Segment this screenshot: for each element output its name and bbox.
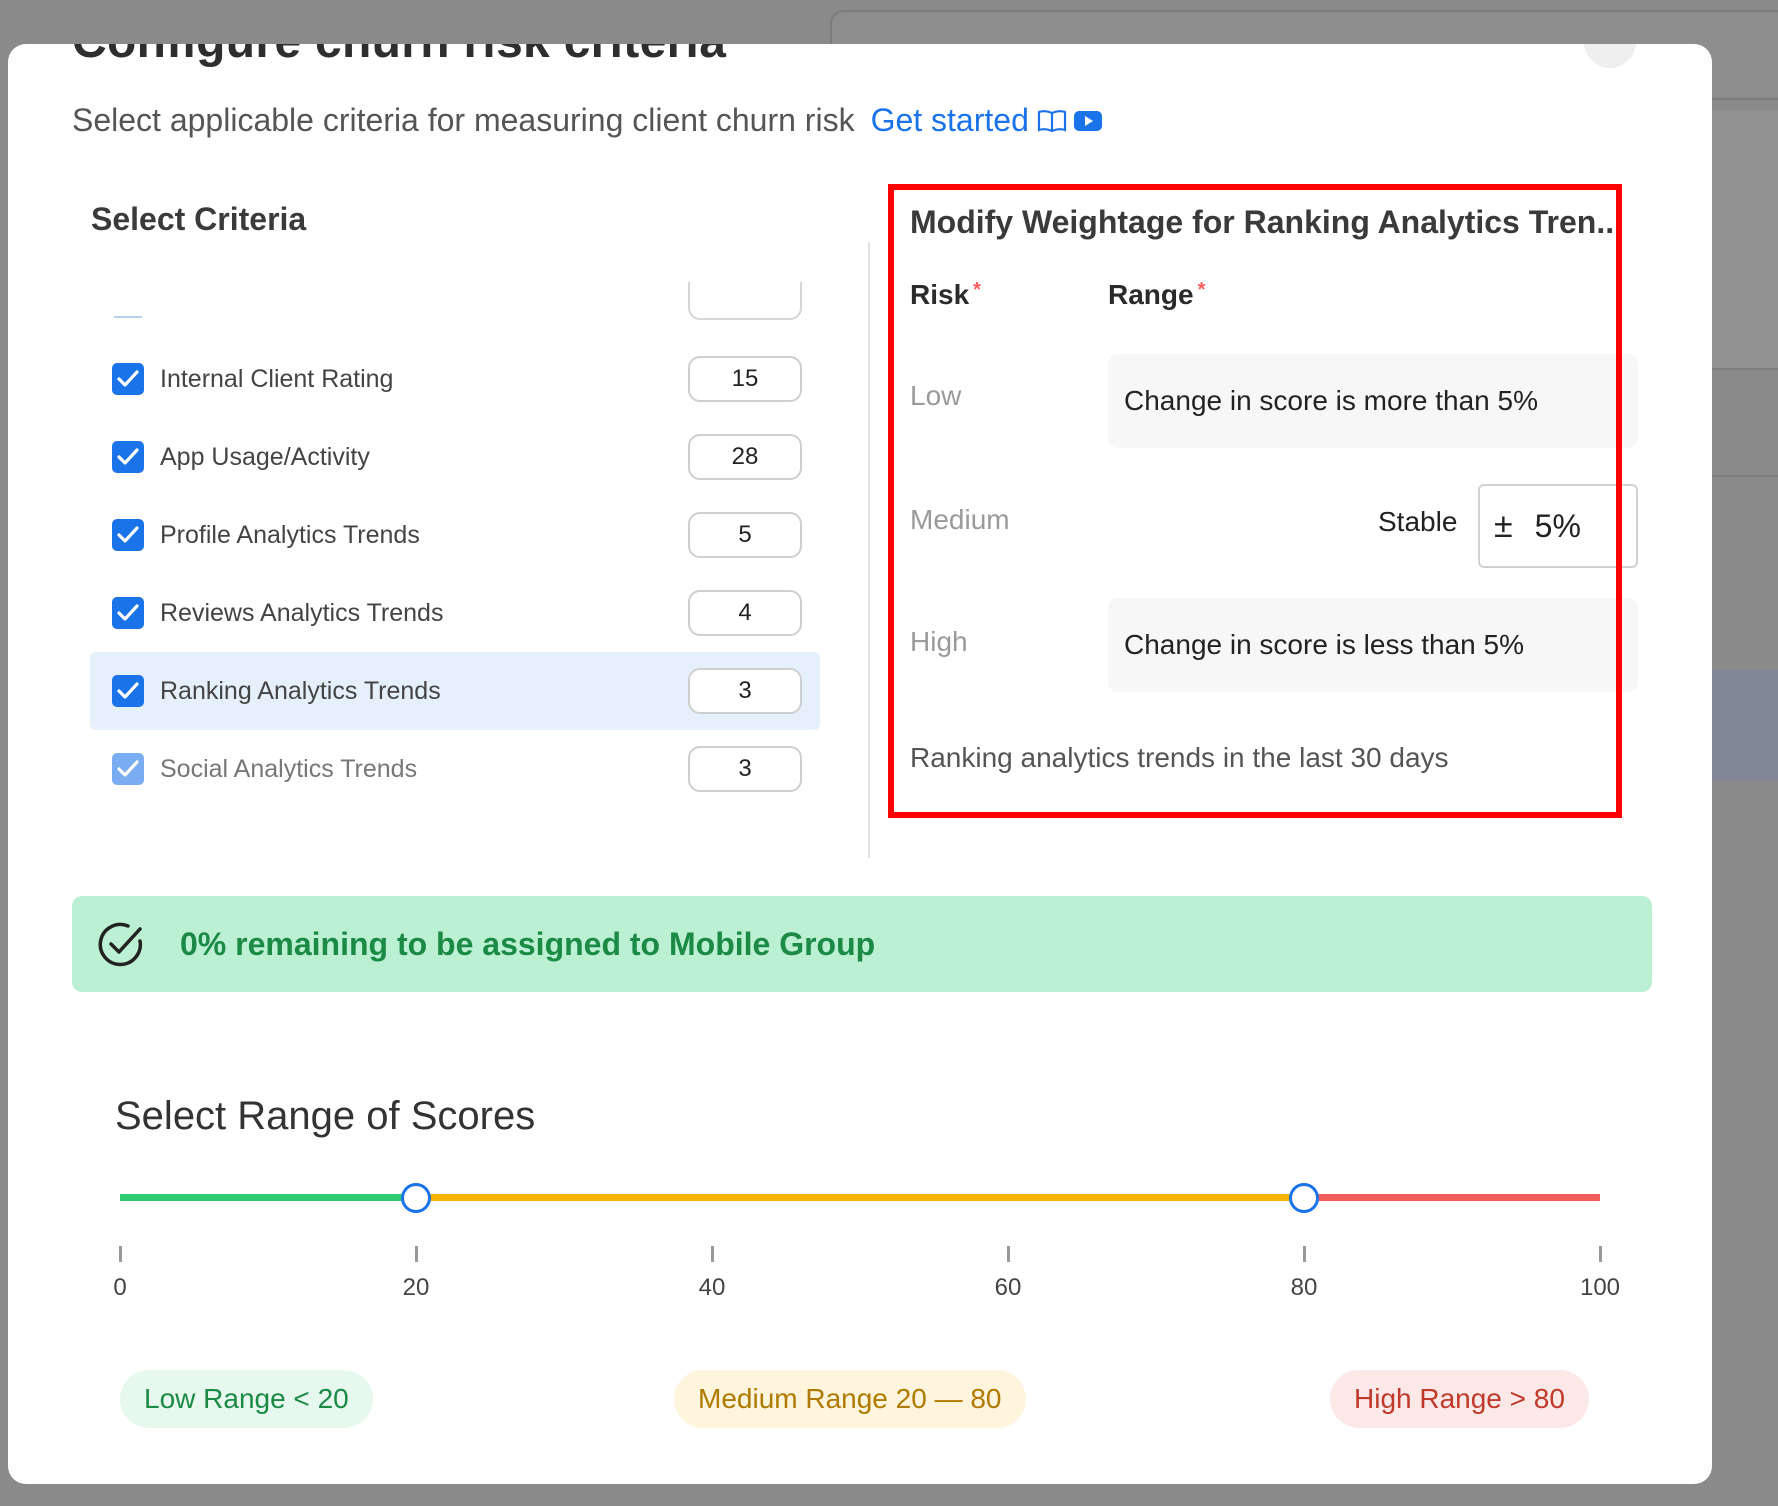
required-mark: * bbox=[1197, 279, 1206, 301]
risk-high-label: High bbox=[910, 626, 968, 657]
slider-tick-label: 20 bbox=[402, 1274, 430, 1301]
criteria-label: Internal Client Rating bbox=[160, 364, 394, 393]
modal-title: Configure churn risk criteria bbox=[72, 44, 726, 69]
slider-tick-label: 0 bbox=[113, 1274, 127, 1301]
criteria-row-internal-client-rating[interactable]: Internal Client Rating 15 bbox=[90, 340, 820, 418]
slider-tick-label: 40 bbox=[698, 1274, 726, 1301]
plus-minus-icon: ± bbox=[1494, 506, 1513, 545]
slider-tick-label: 60 bbox=[994, 1274, 1022, 1301]
checkmark-icon bbox=[117, 370, 139, 387]
criteria-weight-input[interactable]: 3 bbox=[688, 668, 802, 714]
video-play-icon bbox=[1073, 110, 1102, 131]
weightage-panel: Modify Weightage for Ranking Analytics T… bbox=[888, 184, 1648, 864]
criteria-label: Ranking Analytics Trends bbox=[160, 676, 441, 705]
criteria-weight-input[interactable]: 15 bbox=[688, 356, 802, 402]
modal-subtitle: Select applicable criteria for measuring… bbox=[72, 102, 1103, 139]
weightage-title: Modify Weightage for Ranking Analytics T… bbox=[910, 204, 1623, 240]
criteria-row-reviews-analytics[interactable]: Reviews Analytics Trends 4 bbox=[90, 574, 820, 652]
range-column-header: Range * bbox=[1108, 279, 1205, 311]
slider-tick-label: 100 bbox=[1579, 1274, 1621, 1301]
slider-tick bbox=[711, 1246, 714, 1262]
slider-track-high bbox=[1304, 1194, 1600, 1201]
stable-label: Stable bbox=[1378, 506, 1458, 537]
get-started-label: Get started bbox=[870, 102, 1029, 138]
checkmark-icon bbox=[117, 604, 139, 621]
checkmark-icon bbox=[117, 760, 139, 777]
slider-tick bbox=[415, 1246, 418, 1262]
partial-checkbox-edge bbox=[114, 316, 142, 318]
criteria-row-partial bbox=[90, 276, 820, 320]
criteria-row-ranking-analytics[interactable]: Ranking Analytics Trends 3 bbox=[90, 652, 820, 730]
criteria-weight-input[interactable]: 4 bbox=[688, 590, 802, 636]
checkmark-icon bbox=[117, 526, 139, 543]
slider-tick bbox=[1007, 1246, 1010, 1262]
criteria-checkbox[interactable] bbox=[112, 519, 144, 551]
criteria-row-social-analytics[interactable]: Social Analytics Trends 3 bbox=[90, 730, 820, 808]
slider-tick-label: 80 bbox=[1290, 1274, 1318, 1301]
slider-handle-low[interactable] bbox=[401, 1183, 431, 1213]
criteria-label: Reviews Analytics Trends bbox=[160, 598, 444, 627]
checkmark-icon bbox=[117, 682, 139, 699]
criteria-checkbox[interactable] bbox=[112, 363, 144, 395]
low-range-field[interactable]: Change in score is more than 5% bbox=[1108, 354, 1638, 448]
medium-percent-input[interactable]: ± 5% bbox=[1478, 484, 1638, 568]
criteria-weight-input[interactable]: 5 bbox=[688, 512, 802, 558]
criteria-checkbox[interactable] bbox=[112, 675, 144, 707]
high-range-field[interactable]: Change in score is less than 5% bbox=[1108, 598, 1638, 692]
checkmark-icon bbox=[117, 448, 139, 465]
slider-track-low bbox=[120, 1194, 416, 1201]
medium-range-badge: Medium Range 20 — 80 bbox=[674, 1370, 1026, 1428]
get-started-link[interactable]: Get started bbox=[871, 102, 1103, 139]
background-divider bbox=[1712, 475, 1778, 477]
range-scores-title: Select Range of Scores bbox=[115, 1094, 536, 1138]
weightage-footnote: Ranking analytics trends in the last 30 … bbox=[910, 742, 1449, 773]
slider-handle-high[interactable] bbox=[1289, 1183, 1319, 1213]
criteria-label: App Usage/Activity bbox=[160, 442, 370, 471]
background-panel bbox=[1712, 110, 1778, 370]
column-divider bbox=[868, 242, 870, 858]
churn-risk-modal: Configure churn risk criteria Select app… bbox=[8, 44, 1712, 1484]
circle-check-icon bbox=[98, 922, 143, 967]
banner-text: 0% remaining to be assigned to Mobile Gr… bbox=[180, 925, 876, 962]
background-divider bbox=[1712, 368, 1778, 370]
criteria-checkbox[interactable] bbox=[112, 441, 144, 473]
slider-tick bbox=[1599, 1246, 1602, 1262]
select-criteria-title: Select Criteria bbox=[91, 201, 307, 237]
risk-header-label: Risk bbox=[910, 279, 970, 310]
range-header-label: Range bbox=[1108, 279, 1194, 310]
risk-medium-label: Medium bbox=[910, 504, 1010, 535]
score-range-slider[interactable]: 0 20 40 60 80 100 bbox=[113, 1170, 1620, 1301]
criteria-row-profile-analytics[interactable]: Profile Analytics Trends 5 bbox=[90, 496, 820, 574]
book-open-icon bbox=[1037, 109, 1066, 132]
criteria-row-app-usage[interactable]: App Usage/Activity 28 bbox=[90, 418, 820, 496]
criteria-weight-input[interactable]: 28 bbox=[688, 434, 802, 480]
criteria-label: Social Analytics Trends bbox=[160, 754, 418, 783]
partial-weight-box bbox=[688, 282, 802, 320]
remaining-banner: 0% remaining to be assigned to Mobile Gr… bbox=[72, 896, 1652, 992]
close-icon[interactable] bbox=[1584, 44, 1636, 68]
low-range-badge: Low Range < 20 bbox=[120, 1370, 373, 1428]
slider-track-medium bbox=[416, 1194, 1304, 1201]
criteria-checkbox[interactable] bbox=[112, 753, 144, 785]
risk-column-header: Risk * bbox=[910, 279, 981, 311]
high-range-badge: High Range > 80 bbox=[1330, 1370, 1589, 1428]
background-panel bbox=[1712, 670, 1778, 780]
criteria-checkbox[interactable] bbox=[112, 597, 144, 629]
medium-percent-value: 5% bbox=[1534, 507, 1581, 544]
slider-tick bbox=[1303, 1246, 1306, 1262]
subtitle-text: Select applicable criteria for measuring… bbox=[72, 102, 855, 138]
criteria-weight-input[interactable]: 3 bbox=[688, 746, 802, 792]
criteria-label: Profile Analytics Trends bbox=[160, 520, 420, 549]
slider-tick bbox=[119, 1246, 122, 1262]
required-mark: * bbox=[973, 279, 981, 301]
risk-low-label: Low bbox=[910, 380, 962, 411]
